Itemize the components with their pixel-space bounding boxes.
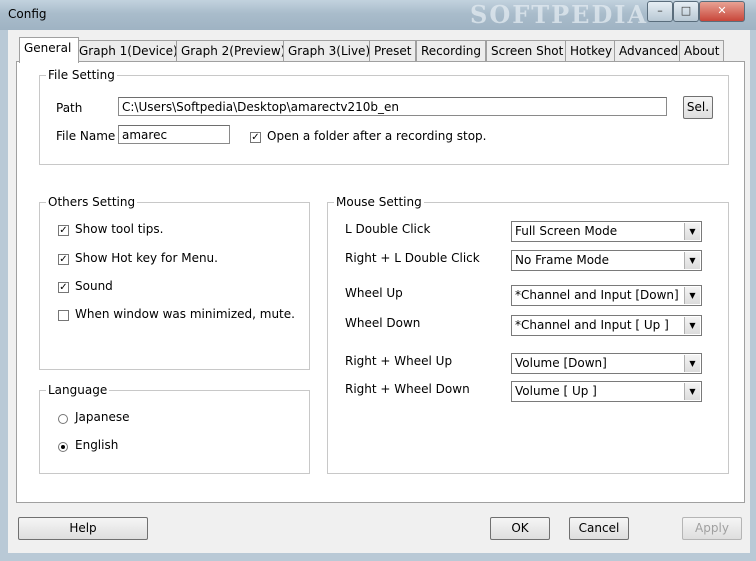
window-title: Config — [8, 7, 47, 21]
mouse-row-label: Right + Wheel Up — [345, 354, 453, 368]
minimize-mute-label: When window was minimized, mute. — [75, 307, 295, 321]
tab-recording[interactable]: Recording — [416, 40, 487, 61]
path-input[interactable]: C:\Users\Softpedia\Desktop\amarectv210b_… — [118, 97, 667, 116]
watermark: SOFTPEDIA — [470, 0, 649, 29]
tab-general[interactable]: General — [19, 37, 79, 63]
general-panel: File Setting Path C:\Users\Softpedia\Des… — [16, 61, 745, 503]
mouse-row-select[interactable]: Full Screen Mode ▼ — [511, 221, 702, 242]
mouse-row-value: Volume [Down] — [515, 356, 607, 370]
minimize-button[interactable]: – — [647, 1, 673, 22]
mouse-setting-title: Mouse Setting — [336, 195, 422, 209]
maximize-button[interactable]: □ — [673, 1, 699, 22]
others-setting-title: Others Setting — [48, 195, 136, 209]
mouse-row-label: Right + Wheel Down — [345, 382, 470, 396]
english-radio-dot — [61, 445, 65, 449]
mouse-row-select[interactable]: Volume [Down] ▼ — [511, 353, 702, 374]
close-button[interactable]: ✕ — [699, 1, 745, 22]
tab-screen-shot[interactable]: Screen Shot — [486, 40, 569, 61]
mouse-row-value: Full Screen Mode — [515, 224, 618, 238]
select-path-button[interactable]: Sel. — [683, 96, 713, 119]
english-radio[interactable] — [58, 442, 68, 452]
filename-label: File Name — [56, 129, 116, 143]
tab-graph2-preview[interactable]: Graph 2(Preview) — [176, 40, 291, 61]
mouse-row-select[interactable]: Volume [ Up ] ▼ — [511, 381, 702, 402]
open-folder-label: Open a folder after a recording stop. — [267, 129, 487, 143]
file-setting-group: File Setting — [39, 68, 729, 165]
tab-advanced[interactable]: Advanced — [614, 40, 684, 61]
show-hotkey-checkbox[interactable]: ✓ — [58, 254, 69, 265]
help-button[interactable]: Help — [18, 517, 148, 540]
sound-label: Sound — [75, 279, 113, 293]
tab-preset[interactable]: Preset — [369, 40, 417, 61]
tab-graph3-live[interactable]: Graph 3(Live) — [283, 40, 376, 61]
mouse-row-value: No Frame Mode — [515, 253, 610, 267]
mouse-row-select[interactable]: *Channel and Input [Down] ▼ — [511, 285, 702, 306]
tab-about[interactable]: About — [679, 40, 725, 61]
show-hotkey-label: Show Hot key for Menu. — [75, 251, 218, 265]
tab-hotkey[interactable]: Hotkey — [565, 40, 618, 61]
show-tooltips-label: Show tool tips. — [75, 222, 164, 236]
mouse-row-value: *Channel and Input [Down] — [515, 288, 679, 302]
path-label: Path — [56, 101, 83, 115]
mouse-row-select[interactable]: No Frame Mode ▼ — [511, 250, 702, 271]
mouse-row-select[interactable]: *Channel and Input [ Up ] ▼ — [511, 315, 702, 336]
minimize-mute-checkbox[interactable] — [58, 310, 69, 321]
japanese-label: Japanese — [75, 410, 130, 424]
open-folder-checkbox[interactable]: ✓ — [250, 132, 261, 143]
japanese-radio[interactable] — [58, 414, 68, 424]
chevron-down-icon[interactable]: ▼ — [684, 252, 700, 269]
language-group: Language — [39, 383, 310, 474]
chevron-down-icon[interactable]: ▼ — [684, 223, 700, 240]
language-title: Language — [48, 383, 108, 397]
chevron-down-icon[interactable]: ▼ — [684, 287, 700, 304]
chevron-down-icon[interactable]: ▼ — [684, 383, 700, 400]
mouse-row-label: Right + L Double Click — [345, 251, 480, 265]
show-tooltips-checkbox[interactable]: ✓ — [58, 225, 69, 236]
cancel-button[interactable]: Cancel — [569, 517, 629, 540]
title-bar[interactable]: Config SOFTPEDIA – □ ✕ — [0, 0, 756, 30]
mouse-row-label: Wheel Down — [345, 316, 421, 330]
tab-graph1-device[interactable]: Graph 1(Device) — [74, 40, 183, 61]
english-label: English — [75, 438, 119, 452]
mouse-row-value: Volume [ Up ] — [515, 384, 597, 398]
apply-button[interactable]: Apply — [682, 517, 742, 540]
chevron-down-icon[interactable]: ▼ — [684, 317, 700, 334]
sound-checkbox[interactable]: ✓ — [58, 282, 69, 293]
mouse-row-label: Wheel Up — [345, 286, 403, 300]
ok-button[interactable]: OK — [490, 517, 550, 540]
mouse-row-value: *Channel and Input [ Up ] — [515, 318, 669, 332]
mouse-row-label: L Double Click — [345, 222, 431, 236]
filename-input[interactable]: amarec — [118, 125, 230, 144]
file-setting-title: File Setting — [48, 68, 115, 82]
dialog-client: General Graph 1(Device) Graph 2(Preview)… — [8, 30, 750, 553]
chevron-down-icon[interactable]: ▼ — [684, 355, 700, 372]
